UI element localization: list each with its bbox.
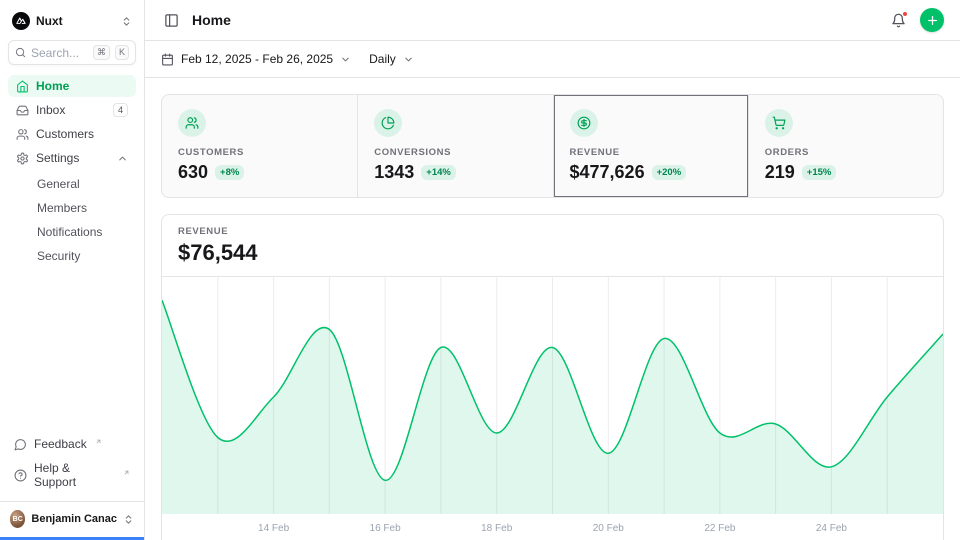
sidebar-nav: Home Inbox 4 Customers Settings General …: [8, 75, 136, 267]
notifications-button[interactable]: [889, 11, 908, 30]
inbox-count-badge: 4: [113, 103, 128, 117]
revenue-chart-label: REVENUE: [178, 226, 927, 237]
pie-chart-icon: [374, 109, 402, 137]
stat-label: CONVERSIONS: [374, 147, 536, 158]
chevron-down-icon: [340, 54, 351, 65]
stat-label: ORDERS: [765, 147, 927, 158]
chevron-up-icon: [117, 153, 128, 164]
gear-icon: [16, 152, 29, 165]
sidebar-item-home[interactable]: Home: [8, 75, 136, 97]
stat-value: 1343: [374, 162, 414, 183]
sidebar-item-settings[interactable]: Settings: [8, 147, 136, 169]
sidebar-item-notifications[interactable]: Notifications: [8, 221, 136, 243]
add-button[interactable]: [920, 8, 944, 32]
help-circle-icon: [14, 469, 27, 482]
chevron-down-icon: [403, 54, 414, 65]
svg-text:22 Feb: 22 Feb: [704, 523, 736, 534]
main-panel: Home Feb 12, 2025 - Feb 26, 2025 Daily C…: [145, 0, 960, 540]
stat-card-customers[interactable]: CUSTOMERS 630 +8%: [162, 95, 357, 197]
sidebar-footer: Feedback Help & Support: [8, 433, 136, 493]
user-menu[interactable]: BC Benjamin Canac: [0, 501, 144, 532]
arrow-up-right-icon: [123, 469, 130, 476]
stat-value: 630: [178, 162, 208, 183]
message-icon: [14, 438, 27, 451]
stat-label: REVENUE: [570, 147, 732, 158]
date-range-picker[interactable]: Feb 12, 2025 - Feb 26, 2025: [161, 52, 351, 66]
collapse-sidebar-button[interactable]: [161, 10, 182, 31]
sidebar-item-members[interactable]: Members: [8, 197, 136, 219]
home-icon: [16, 80, 29, 93]
workspace-name: Nuxt: [36, 14, 63, 28]
feedback-label: Feedback: [34, 437, 87, 451]
period-select[interactable]: Daily: [369, 52, 414, 66]
svg-text:18 Feb: 18 Feb: [481, 523, 513, 534]
help-support-label: Help & Support: [34, 461, 115, 489]
user-name: Benjamin Canac: [31, 513, 117, 525]
help-support-link[interactable]: Help & Support: [8, 457, 136, 493]
plus-icon: [926, 14, 939, 27]
svg-text:20 Feb: 20 Feb: [593, 523, 625, 534]
circle-dollar-icon: [570, 109, 598, 137]
sidebar-item-inbox[interactable]: Inbox 4: [8, 99, 136, 121]
stat-card-orders[interactable]: ORDERS 219 +15%: [748, 95, 943, 197]
search-input[interactable]: Search... ⌘ K: [8, 40, 136, 65]
chevrons-up-down-icon: [123, 514, 134, 525]
inbox-icon: [16, 104, 29, 117]
stats-row: CUSTOMERS 630 +8% CONVERSIONS 1343 +14% …: [161, 94, 944, 198]
header-actions: [889, 8, 944, 32]
calendar-icon: [161, 53, 174, 66]
revenue-chart-card: REVENUE $76,544 14 Feb 16 Feb 18 Feb 20 Feb…: [161, 214, 944, 540]
settings-subnav: General Members Notifications Security: [8, 173, 136, 267]
revenue-chart-header: REVENUE $76,544: [162, 215, 943, 277]
dashboard-content: CUSTOMERS 630 +8% CONVERSIONS 1343 +14% …: [145, 78, 960, 540]
sidebar: Nuxt Search... ⌘ K Home Inbox 4 Customer…: [0, 0, 145, 540]
revenue-chart-value: $76,544: [178, 240, 927, 266]
svg-text:24 Feb: 24 Feb: [816, 523, 848, 534]
date-range-label: Feb 12, 2025 - Feb 26, 2025: [181, 52, 333, 66]
stat-delta-badge: +8%: [215, 165, 244, 180]
feedback-link[interactable]: Feedback: [8, 433, 136, 455]
search-placeholder: Search...: [31, 46, 88, 60]
sidebar-item-label: Customers: [36, 127, 94, 141]
sidebar-item-security[interactable]: Security: [8, 245, 136, 267]
stat-label: CUSTOMERS: [178, 147, 341, 158]
period-label: Daily: [369, 52, 396, 66]
stat-delta-badge: +14%: [421, 165, 456, 180]
sidebar-item-label: Settings: [36, 151, 79, 165]
users-icon: [178, 109, 206, 137]
shopping-cart-icon: [765, 109, 793, 137]
sidebar-item-customers[interactable]: Customers: [8, 123, 136, 145]
stat-delta-badge: +20%: [652, 165, 687, 180]
stat-card-revenue[interactable]: REVENUE $477,626 +20%: [553, 95, 748, 197]
notification-dot: [902, 11, 908, 17]
chevrons-up-down-icon: [121, 16, 132, 27]
nuxt-logo-icon: [12, 12, 30, 30]
sidebar-item-label: Home: [36, 79, 69, 93]
avatar: BC: [10, 510, 25, 528]
revenue-area-chart[interactable]: 14 Feb 16 Feb 18 Feb 20 Feb 22 Feb 24 Feb: [162, 277, 943, 540]
filters-toolbar: Feb 12, 2025 - Feb 26, 2025 Daily: [145, 41, 960, 78]
users-icon: [16, 128, 29, 141]
panel-left-icon: [164, 13, 179, 28]
sidebar-item-label: Inbox: [36, 103, 65, 117]
svg-text:16 Feb: 16 Feb: [370, 523, 402, 534]
page-title: Home: [192, 12, 231, 28]
stat-value: 219: [765, 162, 795, 183]
stat-value: $477,626: [570, 162, 645, 183]
page-header: Home: [145, 0, 960, 41]
arrow-up-right-icon: [95, 438, 102, 445]
search-icon: [15, 47, 26, 58]
stat-delta-badge: +15%: [802, 165, 837, 180]
kbd-cmd: ⌘: [93, 45, 110, 60]
stat-card-conversions[interactable]: CONVERSIONS 1343 +14%: [357, 95, 552, 197]
workspace-switcher[interactable]: Nuxt: [8, 10, 136, 32]
kbd-k: K: [115, 45, 129, 60]
sidebar-item-general[interactable]: General: [8, 173, 136, 195]
svg-text:14 Feb: 14 Feb: [258, 523, 290, 534]
